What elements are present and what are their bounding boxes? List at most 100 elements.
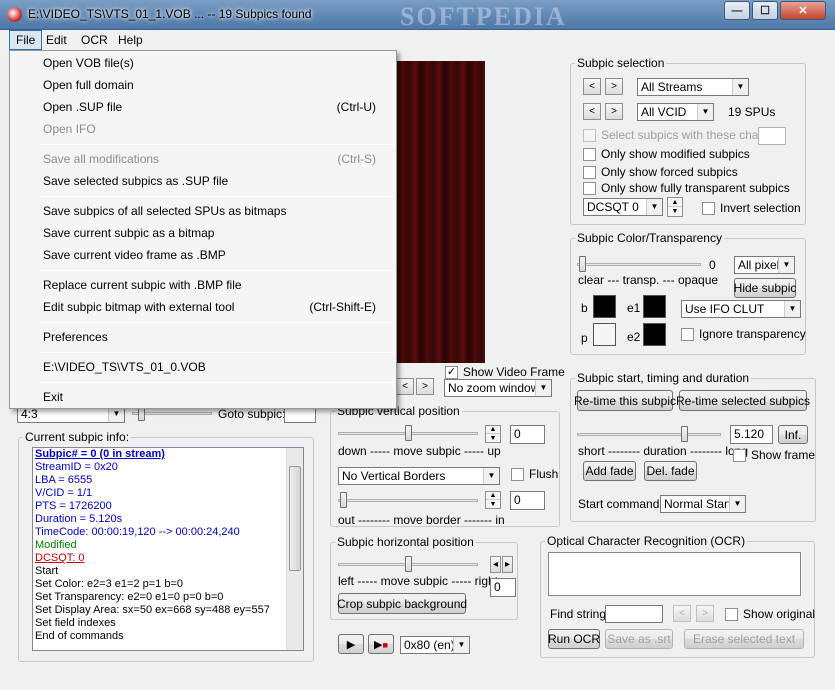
horizontal-slider[interactable]	[338, 554, 478, 574]
menu-preferences[interactable]: Preferences	[43, 327, 376, 347]
menu-save-video-frame[interactable]: Save current video frame as .BMP	[43, 245, 376, 265]
select-chars-input[interactable]	[758, 127, 786, 145]
chevron-down-icon: ▼	[535, 380, 551, 396]
infinite-duration-button[interactable]: Inf.	[778, 425, 808, 444]
p-color-swatch[interactable]	[593, 323, 616, 346]
vertical-move-spin[interactable]: ▲ ▼	[485, 425, 501, 443]
menu-open-sup[interactable]: Open .SUP file (Ctrl-U)	[43, 97, 376, 117]
vcid-select[interactable]: All VCID ▼	[637, 103, 714, 121]
streams-select[interactable]: All Streams ▼	[637, 78, 749, 96]
play-button[interactable]: ▶	[338, 634, 364, 654]
only-forced-checkbox[interactable]: Only show forced subpics	[583, 165, 738, 179]
vcid-prev-button[interactable]: <	[583, 103, 601, 120]
color-legend: Subpic Color/Transparency	[577, 231, 722, 245]
vertical-borders-select[interactable]: No Vertical Borders ▼	[338, 467, 500, 485]
horizontal-left-button[interactable]: ◂	[490, 556, 501, 573]
menu-save-current-bitmap[interactable]: Save current subpic as a bitmap	[43, 223, 376, 243]
save-srt-button[interactable]: Save as .srt	[605, 629, 673, 649]
border-value[interactable]: 0	[510, 491, 545, 510]
menu-open-vob[interactable]: Open VOB file(s)	[43, 53, 376, 73]
menu-save-all[interactable]: Save all modifications (Ctrl-S)	[43, 149, 376, 169]
play-stop-icon: ▶■	[374, 638, 388, 651]
video-frame	[397, 61, 485, 363]
title-bar[interactable]: E:\VIDEO_TS\VTS_01_1.VOB ... -- 19 Subpi…	[0, 0, 835, 31]
info-line: Set Color: e2=3 e1=2 p=1 b=0	[35, 578, 184, 590]
ignore-transparency-checkbox[interactable]: Ignore transparency	[681, 327, 806, 341]
close-button[interactable]: ✕	[780, 1, 826, 20]
b-label: b	[581, 301, 588, 315]
info-line: Modified	[35, 539, 77, 551]
e1-color-swatch[interactable]	[643, 295, 666, 318]
duration-slider[interactable]	[577, 424, 721, 444]
transparency-slider[interactable]	[577, 254, 701, 274]
menu-open-full-domain[interactable]: Open full domain	[43, 75, 376, 95]
retime-button[interactable]: Re-time this subpic	[574, 390, 676, 411]
menu-ocr[interactable]: OCR	[75, 30, 114, 50]
pixels-select[interactable]: All pixels ▼	[734, 256, 795, 274]
zoom-select[interactable]: No zoom window ▼	[444, 379, 552, 397]
add-fade-button[interactable]: Add fade	[583, 461, 636, 481]
vertical-move-value[interactable]: 0	[510, 425, 545, 444]
info-scrollbar[interactable]	[286, 448, 303, 650]
stream-prev-button[interactable]: <	[583, 78, 601, 95]
border-spin[interactable]: ▲ ▼	[485, 491, 501, 509]
del-fade-button[interactable]: Del. fade	[644, 461, 697, 481]
menu-edit[interactable]: Edit	[40, 30, 73, 50]
border-slider[interactable]	[338, 490, 478, 510]
select-chars-checkbox[interactable]: Select subpics with these chars	[583, 128, 768, 142]
invert-selection-checkbox[interactable]: Invert selection	[702, 201, 801, 215]
only-transparent-checkbox[interactable]: Only show fully transparent subpics	[583, 181, 790, 195]
flush-checkbox[interactable]: Flush	[511, 467, 558, 481]
info-line: DCSQT: 0	[35, 552, 85, 564]
next-frame-button[interactable]: >	[416, 378, 434, 395]
maximize-button[interactable]: ☐	[752, 1, 778, 20]
vcid-next-button[interactable]: >	[605, 103, 623, 120]
file-menu-dropdown: Open VOB file(s) Open full domain Open .…	[9, 50, 397, 409]
menu-save-selected-sup[interactable]: Save selected subpics as .SUP file	[43, 171, 376, 191]
minimize-button[interactable]: —	[724, 1, 750, 20]
only-modified-checkbox[interactable]: Only show modified subpics	[583, 147, 750, 161]
stream-next-button[interactable]: >	[605, 78, 623, 95]
dcsqt-spin[interactable]: ▲ ▼	[667, 197, 683, 217]
current-info-box[interactable]: Subpic# = 0 (0 in stream) StreamID = 0x20…	[32, 447, 304, 651]
clut-select[interactable]: Use IFO CLUT ▼	[681, 300, 801, 318]
dcsqt-select[interactable]: DCSQT 0 ▼	[583, 198, 663, 216]
duration-value[interactable]: 5.120	[730, 425, 773, 444]
menu-recent-file[interactable]: E:\VIDEO_TS\VTS_01_0.VOB	[43, 357, 376, 377]
menu-replace-subpic[interactable]: Replace current subpic with .BMP file	[43, 275, 376, 295]
vertical-move-slider[interactable]	[338, 423, 478, 443]
menu-save-spus-bitmaps[interactable]: Save subpics of all selected SPUs as bit…	[43, 201, 376, 221]
horizontal-caption: left ----- move subpic ----- right	[338, 574, 499, 588]
horizontal-value[interactable]: 0	[490, 578, 516, 597]
prev-frame-button[interactable]: <	[396, 378, 414, 395]
show-frame-checkbox[interactable]: Show frame	[733, 448, 815, 462]
e2-color-swatch[interactable]	[643, 323, 666, 346]
find-next-button[interactable]: >	[696, 605, 714, 622]
retime-selected-button[interactable]: Re-time selected subpics	[676, 390, 810, 411]
crop-background-button[interactable]: Crop subpic background	[337, 593, 467, 614]
find-string-input[interactable]	[605, 605, 663, 623]
info-line: Set field indexes	[35, 617, 116, 629]
menu-exit[interactable]: Exit	[43, 387, 376, 407]
menu-open-ifo[interactable]: Open IFO	[43, 119, 376, 139]
find-prev-button[interactable]: <	[673, 605, 691, 622]
stream-select[interactable]: 0x80 (en) ▼	[400, 636, 470, 654]
horizontal-right-button[interactable]: ▸	[502, 556, 513, 573]
show-video-frame-checkbox[interactable]: ✓ Show Video Frame	[445, 365, 565, 379]
ocr-text-area[interactable]	[548, 552, 801, 596]
menu-edit-external[interactable]: Edit subpic bitmap with external tool (Ct…	[43, 297, 376, 317]
chevron-down-icon: ▼	[453, 637, 469, 653]
hide-subpic-button[interactable]: Hide subpic	[734, 278, 796, 298]
show-original-checkbox[interactable]: Show original	[725, 607, 815, 621]
menu-help[interactable]: Help	[112, 30, 149, 50]
start-command-select[interactable]: Normal Start ▼	[660, 495, 746, 513]
chevron-down-icon: ▼	[778, 257, 794, 273]
b-color-swatch[interactable]	[593, 295, 616, 318]
horizontal-position-legend: Subpic horizontal position	[337, 535, 474, 549]
duration-caption: short -------- duration -------- long	[578, 444, 749, 458]
play-stop-button[interactable]: ▶■	[368, 634, 394, 654]
erase-text-button[interactable]: Erase selected text	[684, 629, 804, 649]
chevron-down-icon: ▼	[732, 79, 748, 95]
run-ocr-button[interactable]: Run OCR	[548, 629, 600, 649]
menu-file[interactable]: File	[9, 30, 43, 50]
